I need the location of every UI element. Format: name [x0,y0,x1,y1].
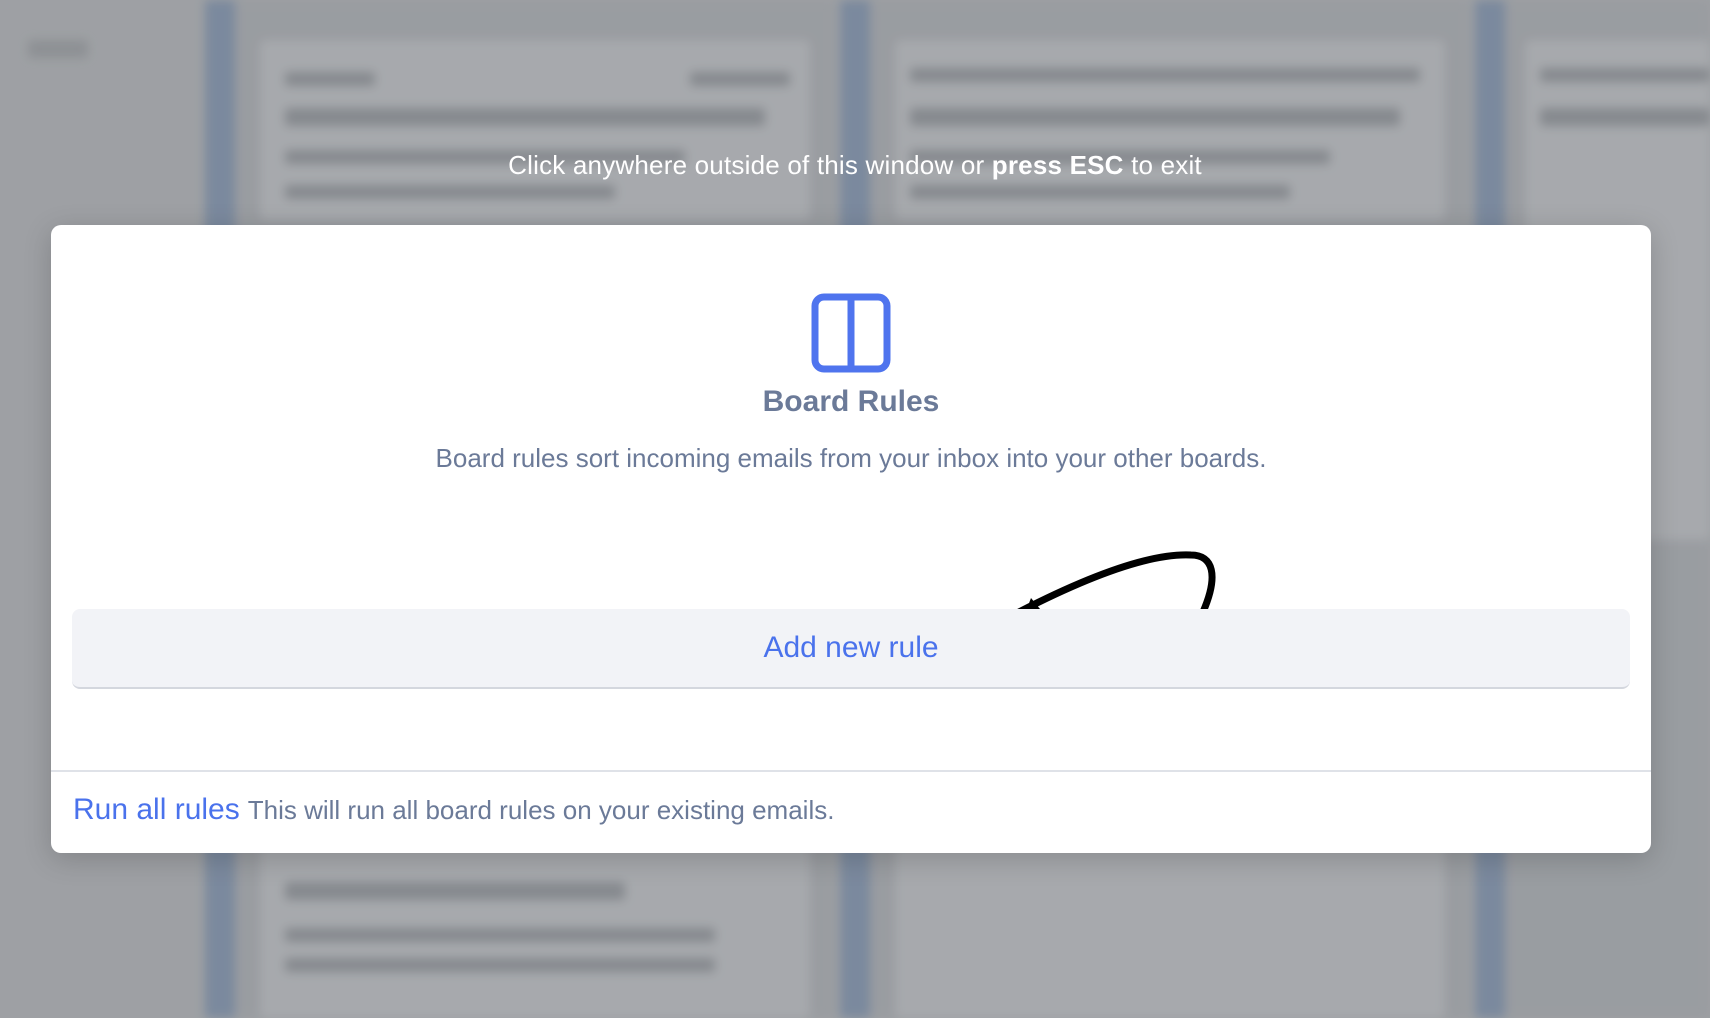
exit-hint-key: press ESC [991,150,1124,180]
modal-title: Board Rules [762,385,940,418]
run-all-description: This will run all board rules on your ex… [247,795,835,825]
app-viewport: Click anywhere outside of this window or… [0,0,1710,1018]
exit-hint-text: Click anywhere outside of this window or [508,150,992,180]
add-new-rule-button[interactable]: Add new rule [72,609,1630,689]
run-rules-footer: Run all rules This will run all board rul… [73,793,834,827]
run-all-rules-link[interactable]: Run all rules [73,793,240,826]
footer-divider [51,770,1651,772]
exit-hint-suffix: to exit [1123,150,1202,180]
board-rules-modal: Board Rules Board rules sort incoming em… [51,225,1651,853]
exit-hint: Click anywhere outside of this window or… [0,150,1710,181]
modal-description: Board rules sort incoming emails from yo… [435,443,1267,473]
board-columns-icon [811,293,891,373]
